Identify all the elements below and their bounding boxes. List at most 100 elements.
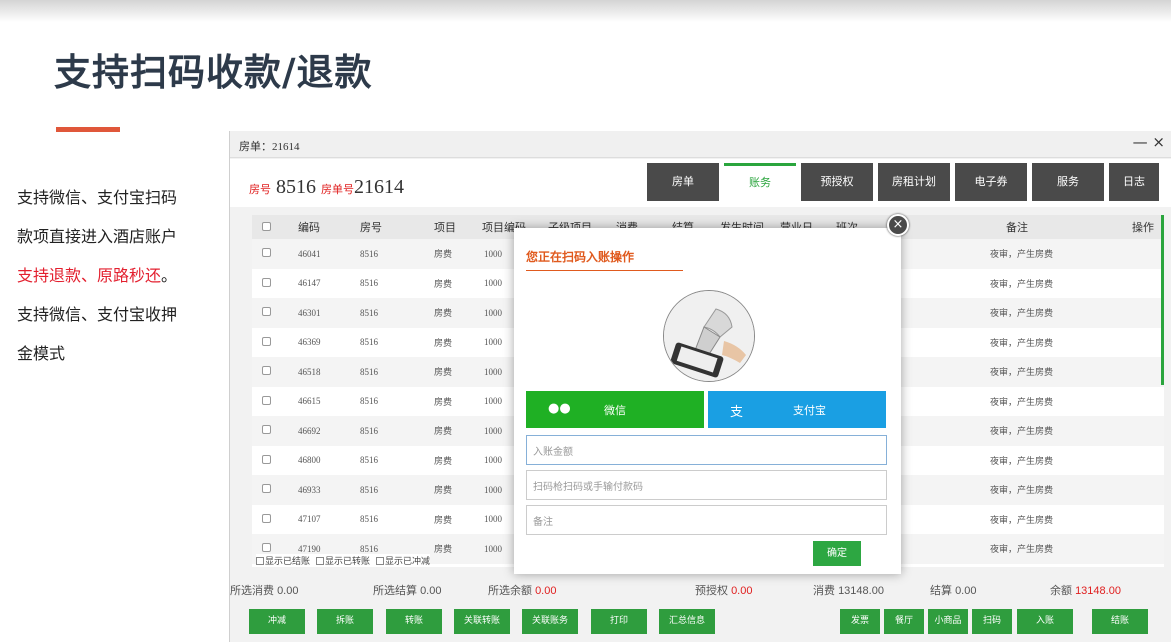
tab-log[interactable]: 日志 (1109, 163, 1159, 201)
summary-button[interactable]: 汇总信息 (659, 609, 715, 634)
room-info: 房号 8516 房单号21614 (249, 176, 404, 199)
cell-note: 夜审，产生房费 (990, 515, 1054, 526)
wechat-label: 微信 (604, 404, 626, 417)
cell-room: 8516 (360, 425, 378, 436)
room-number: 8516 (276, 176, 316, 198)
cell-code: 46518 (298, 366, 321, 377)
cell-item: 房费 (434, 515, 453, 526)
close-icon[interactable]: × (887, 214, 909, 236)
wechat-pay-button[interactable]: ●● 微信 (526, 391, 704, 428)
tab-folio[interactable]: 房单 (647, 163, 719, 201)
restaurant-button[interactable]: 餐厅 (884, 609, 924, 634)
checkout-button[interactable]: 结账 (1092, 609, 1148, 634)
invoice-button[interactable]: 发票 (840, 609, 880, 634)
cell-item: 房费 (434, 368, 453, 379)
order-label: 房单号 (321, 183, 354, 196)
title-underline (526, 270, 683, 271)
stat-label: 所选消费 (230, 585, 274, 597)
tab-coupons[interactable]: 电子券 (955, 163, 1027, 201)
filter-settled[interactable]: 显示已结账 (256, 554, 310, 567)
cell-note: 夜审，产生房费 (990, 427, 1054, 438)
row-checkbox[interactable] (262, 425, 271, 435)
post-button[interactable]: 入账 (1017, 609, 1073, 634)
scan-button[interactable]: 扫码 (972, 609, 1012, 634)
checkbox-icon (256, 557, 264, 565)
feature-line: 款项直接进入酒店账户 (17, 227, 178, 246)
cell-room: 8516 (360, 396, 378, 407)
row-checkbox-cell (252, 513, 282, 525)
filter-offset[interactable]: 显示已冲减 (376, 554, 430, 567)
scroll-indicator[interactable] (1161, 215, 1164, 385)
selected-settle: 所选结算 0.00 (373, 582, 441, 598)
col-header: 备注 (1006, 221, 1028, 234)
select-all-cell (252, 221, 282, 234)
cell-item: 房费 (434, 338, 453, 349)
balance-total: 余额 13148.00 (1050, 582, 1121, 598)
row-checkbox[interactable] (262, 543, 271, 553)
alipay-button[interactable]: 支 支付宝 (708, 391, 886, 428)
filter-label: 显示已结账 (265, 557, 311, 567)
offset-button[interactable]: 冲减 (249, 609, 305, 634)
row-checkbox[interactable] (262, 307, 271, 317)
feature-line: 支持微信、支付宝扫码 (17, 188, 178, 207)
cell-code: 47190 (298, 543, 321, 554)
select-all-checkbox[interactable] (262, 221, 271, 231)
cell-item: 房费 (434, 250, 453, 261)
confirm-button[interactable]: 确定 (813, 541, 861, 566)
tab-service[interactable]: 服务 (1032, 163, 1104, 201)
cell-code: 46147 (298, 278, 321, 289)
transfer-button[interactable]: 转账 (386, 609, 442, 634)
folio-header: 房号 8516 房单号21614 房单 账务 预授权 房租计划 电子券 服务 日… (230, 159, 1171, 207)
cell-item: 房费 (434, 456, 453, 467)
cell-code: 46041 (298, 248, 321, 259)
feature-line-suffix: 。 (161, 266, 178, 285)
scan-payment-dialog: 您正在扫码入账操作 ●● 微信 支 支付宝 入账金额 扫码枪扫码或手输付款码 备… (514, 228, 901, 574)
row-checkbox[interactable] (262, 336, 271, 346)
tab-preauth[interactable]: 预授权 (801, 163, 873, 201)
split-button[interactable]: 拆账 (317, 609, 373, 634)
linked-transfer-button[interactable]: 关联转账 (454, 609, 510, 634)
stat-label: 结算 (930, 585, 952, 597)
wechat-icon: ●● (548, 401, 571, 416)
row-checkbox[interactable] (262, 277, 271, 287)
totals-bar: 所选消费 0.00 所选结算 0.00 所选余额 0.00 预授权 0.00 消… (230, 576, 1171, 602)
row-checkbox[interactable] (262, 484, 271, 494)
col-header: 房号 (360, 221, 382, 234)
accent-bar (56, 127, 120, 132)
row-checkbox-cell (252, 277, 282, 289)
row-checkbox[interactable] (262, 513, 271, 523)
stat-label: 所选余额 (488, 585, 532, 597)
linked-accounts-button[interactable]: 关联账务 (522, 609, 578, 634)
feature-list: 支持微信、支付宝扫码 款项直接进入酒店账户 支持退款、原路秒还。 支持微信、支付… (17, 178, 217, 373)
tab-accounts[interactable]: 账务 (724, 163, 796, 201)
row-checkbox[interactable] (262, 454, 271, 464)
top-band (0, 0, 1171, 22)
cell-room: 8516 (360, 484, 378, 495)
payment-code-input[interactable]: 扫码枪扫码或手输付款码 (526, 470, 887, 500)
feature-line-text: 支持退款、原路秒还 (17, 266, 162, 285)
row-checkbox-cell (252, 543, 282, 554)
amount-input[interactable]: 入账金额 (526, 435, 887, 465)
stat-value: 13148.00 (838, 585, 884, 597)
note-input[interactable]: 备注 (526, 505, 887, 535)
row-checkbox[interactable] (262, 395, 271, 405)
cell-code: 46369 (298, 337, 321, 348)
col-header: 项目 (434, 221, 456, 234)
goods-button[interactable]: 小商品 (928, 609, 968, 634)
cell-note: 夜审，产生房费 (990, 397, 1054, 408)
tab-rent-plan[interactable]: 房租计划 (878, 163, 950, 201)
row-checkbox[interactable] (262, 366, 271, 376)
cell-note: 夜审，产生房费 (990, 368, 1054, 379)
order-number: 21614 (354, 176, 404, 198)
row-checkbox[interactable] (262, 248, 271, 258)
row-checkbox-cell (252, 425, 282, 436)
print-button[interactable]: 打印 (591, 609, 647, 634)
cell-room: 8516 (360, 307, 378, 318)
filter-transferred[interactable]: 显示已转账 (316, 554, 370, 567)
tab-bar: 房单 账务 预授权 房租计划 电子券 服务 日志 (647, 163, 1164, 201)
stat-label: 预授权 (695, 585, 728, 597)
window-titlebar: 房单：21614 — × (230, 131, 1171, 158)
cell-note: 夜审，产生房费 (990, 545, 1054, 556)
selected-consume: 所选消费 0.00 (230, 582, 298, 598)
window-controls[interactable]: — × (1133, 133, 1165, 151)
